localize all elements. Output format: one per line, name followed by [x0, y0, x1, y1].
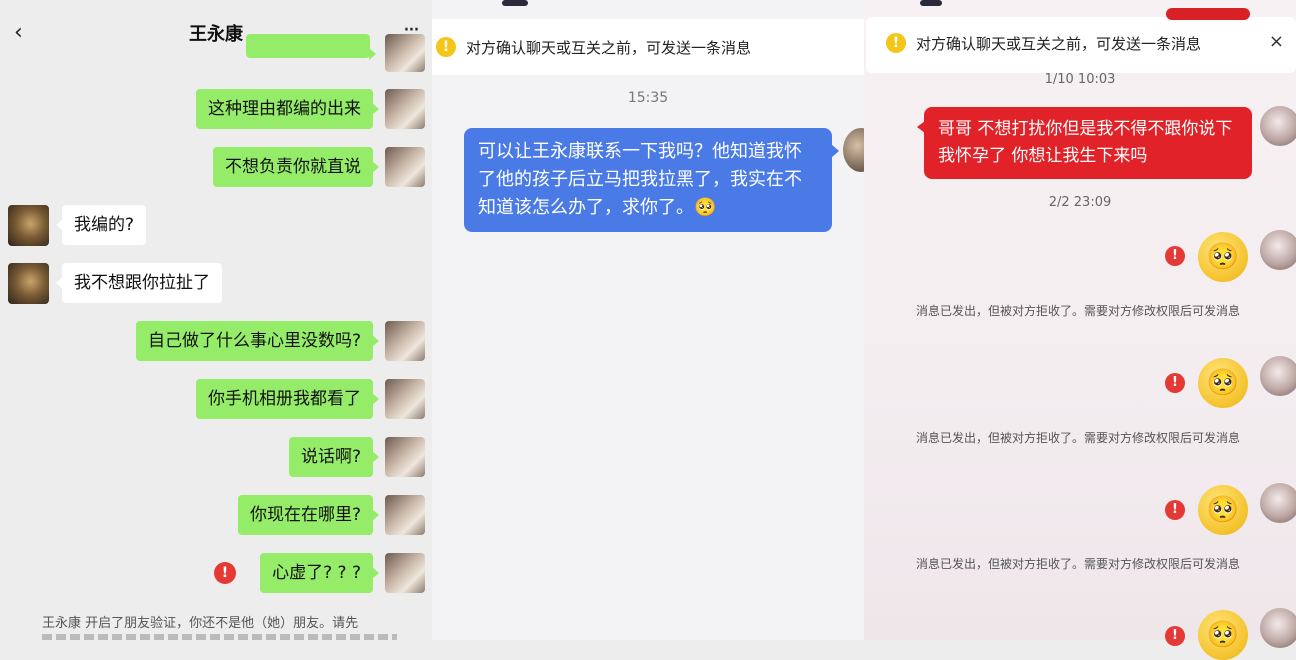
avatar-self[interactable]	[1260, 106, 1296, 146]
message-bubble[interactable]: 我编的?	[55, 205, 147, 245]
system-notice: 王永康 开启了朋友验证，你还不是他（她）朋友。请先	[42, 616, 359, 631]
top-cutoff-element	[502, 0, 528, 6]
avatar-self[interactable]	[385, 147, 425, 187]
message-bubble[interactable]: 自己做了什么事心里没数吗?	[135, 321, 380, 361]
avatar-self[interactable]	[1260, 483, 1296, 523]
rejected-notice: 消息已发出，但被对方拒收了。需要对方修改权限后可发消息	[916, 304, 1241, 318]
timestamp: 15:35	[627, 90, 669, 106]
pleading-face-emoji: 🥺	[694, 197, 717, 218]
rejected-notice: 消息已发出，但被对方拒收了。需要对方修改权限后可发消息	[916, 431, 1241, 445]
warning-icon: !	[436, 37, 456, 57]
send-failed-icon[interactable]: !	[1165, 500, 1185, 520]
send-limit-notice: ! 对方确认聊天或互关之前，可发送一条消息	[432, 19, 864, 75]
top-cutoff-element	[920, 0, 942, 6]
message-bubble[interactable]: 心虚了? ? ?	[260, 553, 379, 593]
avatar-self[interactable]	[385, 89, 425, 129]
message-bubble[interactable]: 可以让王永康联系一下我吗？他知道我怀了他的孩子后立马把我拉黑了，我实在不知道该怎…	[464, 128, 839, 232]
avatar-self[interactable]	[385, 553, 425, 593]
message-text: 可以让王永康联系一下我吗？他知道我怀了他的孩子后立马把我拉黑了，我实在不知道该怎…	[478, 141, 802, 218]
avatar-contact[interactable]	[8, 263, 49, 304]
message-bubble[interactable]: 说话啊?	[288, 437, 380, 477]
message-bubble[interactable]: 你现在在哪里?	[237, 495, 380, 535]
send-failed-icon[interactable]: !	[1165, 626, 1185, 646]
top-cutoff-bubble	[1166, 8, 1250, 20]
pleading-face-emoji[interactable]: 🥺	[1198, 610, 1248, 660]
message-bubble[interactable]: 我不想跟你拉扯了	[56, 263, 222, 303]
avatar-self[interactable]	[385, 34, 425, 72]
message-bubble[interactable]: 哥哥 不想打扰你但是我不得不跟你说下 我怀孕了 你想让我生下来吗	[917, 107, 1252, 179]
warning-icon: !	[886, 33, 906, 53]
close-icon[interactable]: ×	[1269, 31, 1284, 52]
timestamp: 2/2 23:09	[1048, 195, 1112, 210]
chat-panel-red: ! 对方确认聊天或互关之前，可发送一条消息 ×	[864, 0, 1296, 640]
system-notice-overflow	[42, 634, 397, 640]
send-failed-icon[interactable]: !	[1165, 373, 1185, 393]
send-limit-notice: ! 对方确认聊天或互关之前，可发送一条消息 ×	[866, 17, 1296, 73]
pleading-face-emoji[interactable]: 🥺	[1198, 485, 1248, 535]
avatar-self[interactable]	[1260, 608, 1296, 648]
avatar-self[interactable]	[385, 437, 425, 477]
notice-text: 对方确认聊天或互关之前，可发送一条消息	[466, 39, 752, 57]
timestamp: 1/10 10:03	[1044, 72, 1116, 87]
pleading-face-emoji[interactable]: 🥺	[1198, 232, 1248, 282]
pleading-face-emoji[interactable]: 🥺	[1198, 358, 1248, 408]
chat-panel-blue: ! 对方确认聊天或互关之前，可发送一条消息 15:35	[432, 0, 864, 640]
chat-panel-wechat: ‹ 王永康 ··· 这种理由都编的出来 不想负责你就直说 我编的? 我不想跟你拉…	[0, 0, 432, 640]
avatar-contact[interactable]	[8, 205, 49, 246]
rejected-notice: 消息已发出，但被对方拒收了。需要对方修改权限后可发消息	[916, 557, 1241, 571]
avatar-self[interactable]	[1260, 356, 1296, 396]
avatar-self[interactable]	[1260, 230, 1296, 270]
avatar-self[interactable]	[385, 379, 425, 419]
notice-text: 对方确认聊天或互关之前，可发送一条消息	[916, 35, 1202, 53]
message-bubble[interactable]: 这种理由都编的出来	[196, 89, 379, 129]
message-bubble[interactable]: 不想负责你就直说	[213, 147, 379, 187]
avatar-self[interactable]	[385, 495, 425, 535]
send-failed-icon[interactable]: !	[214, 562, 236, 584]
send-failed-icon[interactable]: !	[1165, 246, 1185, 266]
message-bubble-partial	[246, 34, 376, 60]
avatar-self[interactable]	[385, 321, 425, 361]
message-bubble[interactable]: 你手机相册我都看了	[196, 379, 379, 419]
